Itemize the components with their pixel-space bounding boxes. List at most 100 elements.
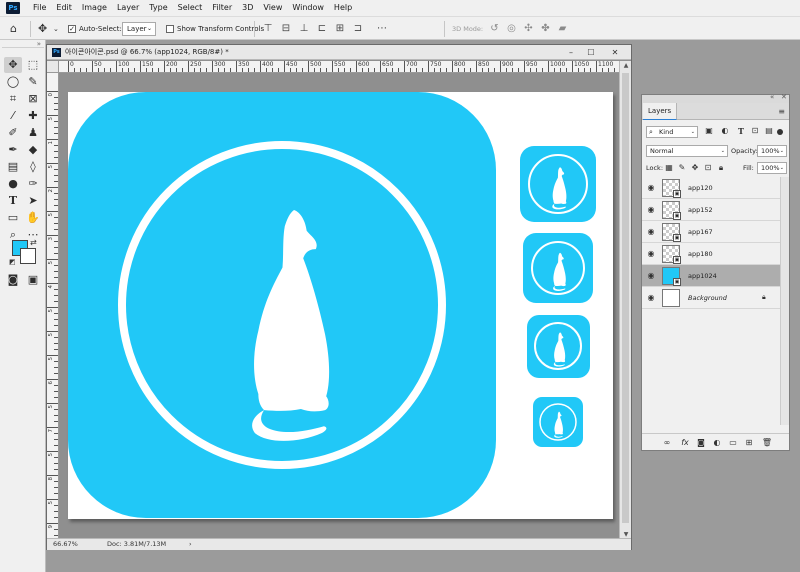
filter-toggle-icon[interactable] [777,129,783,135]
collapse-icon[interactable]: » [37,40,41,48]
quick-selection-tool-icon[interactable]: ✎ [24,74,42,90]
rectangle-tool-icon[interactable]: ▭ [4,210,22,226]
3d-scale-icon[interactable]: ▰ [556,22,569,36]
chevron-down-icon[interactable]: ⌄ [53,17,59,41]
filter-kind-dropdown[interactable]: ⌕ Kind ⌄ [646,126,698,138]
minimize-icon[interactable]: – [561,45,581,60]
brush-tool-icon[interactable]: ✐ [4,125,22,141]
3d-pan-icon[interactable]: ✣ [522,22,535,36]
screen-mode-icon[interactable]: ▣ [24,272,42,288]
layer-row[interactable]: ◉ Background 🔒︎ [642,287,780,309]
scroll-down-icon[interactable]: ▼ [620,531,632,538]
opacity-input[interactable]: 100% ⌄ [757,145,787,157]
eye-icon[interactable]: ◉ [646,183,656,193]
gradient-tool-icon[interactable]: ▤ [4,159,22,175]
zoom-level[interactable]: 66.67% [53,539,78,550]
maximize-icon[interactable]: ☐ [581,45,601,60]
align-left-icon[interactable]: ⊏ [316,22,328,36]
crop-tool-icon[interactable]: ⌗ [4,91,22,107]
adjustment-layer-icon[interactable]: ◐ [710,434,724,451]
vertical-ruler[interactable]: 05152535455565758595 [47,73,59,539]
dodge-tool-icon[interactable]: ● [4,176,22,192]
layer-row[interactable]: ◉ ▣ app152 [642,199,780,221]
lock-all-icon[interactable]: 🔒︎ [716,162,726,174]
healing-brush-tool-icon[interactable]: ✚ [24,108,42,124]
hand-tool-icon[interactable]: ✋ [24,210,42,226]
filter-smart-object-icon[interactable]: ▤ [764,126,774,136]
more-options-icon[interactable]: ⋯ [376,22,388,36]
blend-mode-dropdown[interactable]: Normal ⌄ [646,145,728,157]
lock-artboard-icon[interactable]: ⊡ [703,162,713,174]
layer-style-icon[interactable]: fx [678,434,692,451]
eye-icon[interactable]: ◉ [646,249,656,259]
path-selection-tool-icon[interactable]: ➤ [24,193,42,209]
filter-adjustment-icon[interactable]: ◐ [720,126,730,136]
canvas-area[interactable] [60,74,619,539]
menu-item-filter[interactable]: Filter [207,0,237,16]
type-tool-icon[interactable]: T [4,193,22,209]
lock-position-icon[interactable]: ✥ [690,162,700,174]
layer-name[interactable]: app152 [688,199,713,221]
marquee-tool-icon[interactable]: ⬚ [24,57,42,73]
status-menu-icon[interactable]: › [189,539,192,550]
3d-slide-icon[interactable]: ✤ [539,22,552,36]
show-transform-checkbox[interactable] [166,25,174,33]
menu-item-type[interactable]: Type [144,0,172,16]
layer-thumbnail[interactable] [662,289,680,307]
horizontal-ruler[interactable]: 0 50 100 150 200 250 300 350 400 450 500 550 600 650 7… [59,61,619,73]
align-vertical-center-icon[interactable]: ⊟ [280,22,292,36]
pen-tool-icon[interactable]: ✑ [24,176,42,192]
delete-layer-icon[interactable]: 🗑︎ [760,434,774,451]
menu-item-layer[interactable]: Layer [112,0,144,16]
filter-shape-icon[interactable]: ⊡ [750,126,760,136]
tab-layers[interactable]: Layers [643,103,678,120]
frame-tool-icon[interactable]: ⊠ [24,91,42,107]
vertical-scrollbar[interactable]: ▲ ▼ [619,61,631,539]
artboard[interactable] [68,92,613,519]
3d-roll-icon[interactable]: ◎ [505,22,518,36]
lock-icon[interactable]: 🔒︎ [762,293,766,302]
new-group-icon[interactable]: ▭ [726,434,740,451]
scrollbar-thumb[interactable] [622,73,629,523]
layer-row[interactable]: ◉ ▣ app167 [642,221,780,243]
align-horizontal-center-icon[interactable]: ⊞ [334,22,346,36]
layer-name[interactable]: app1024 [688,265,717,287]
align-right-icon[interactable]: ⊐ [352,22,364,36]
lock-transparent-pixels-icon[interactable]: ▦ [664,162,674,174]
blur-tool-icon[interactable]: ◊ [24,159,42,175]
new-layer-icon[interactable]: ⊞ [742,434,756,451]
layers-scrollbar[interactable] [780,177,789,425]
auto-select-checkbox[interactable]: ✓ [68,25,76,33]
menu-item-help[interactable]: Help [329,0,357,16]
document-tab[interactable]: Ps 아이콘아이콘.psd @ 66.7% (app1024, RGB/8#) … [47,45,631,60]
filter-pixel-icon[interactable]: ▣ [704,126,714,136]
default-colors-icon[interactable]: ◩ [9,258,16,266]
collapse-panel-icon[interactable]: « [770,93,774,101]
eyedropper-tool-icon[interactable]: ⁄ [4,108,22,124]
layer-name[interactable]: app167 [688,221,713,243]
panel-menu-icon[interactable]: ≡ [778,103,785,120]
ruler-origin[interactable] [47,61,59,73]
menu-item-select[interactable]: Select [173,0,208,16]
menu-item-view[interactable]: View [258,0,287,16]
menu-item-window[interactable]: Window [287,0,329,16]
swap-colors-icon[interactable]: ⇄ [30,238,37,247]
layer-name[interactable]: app180 [688,243,713,265]
background-color-swatch[interactable] [20,248,36,264]
layer-name[interactable]: app120 [688,177,713,199]
eye-icon[interactable]: ◉ [646,227,656,237]
align-bottom-icon[interactable]: ⊥ [298,22,310,36]
layer-name[interactable]: Background [688,287,727,309]
align-top-icon[interactable]: ⊤ [262,22,274,36]
history-brush-tool-icon[interactable]: ✒ [4,142,22,158]
menu-item-file[interactable]: File [28,0,51,16]
lock-image-pixels-icon[interactable]: ✎ [677,162,687,174]
layer-row[interactable]: ◉ ▣ app1024 [642,265,780,287]
scroll-up-icon[interactable]: ▲ [620,62,632,69]
menu-item-edit[interactable]: Edit [51,0,77,16]
layer-row[interactable]: ◉ ▣ app120 [642,177,780,199]
eraser-tool-icon[interactable]: ◆ [24,142,42,158]
close-panel-icon[interactable]: ✕ [781,93,787,101]
panel-header[interactable]: « ✕ [642,93,789,103]
layer-row[interactable]: ◉ ▣ app180 [642,243,780,265]
